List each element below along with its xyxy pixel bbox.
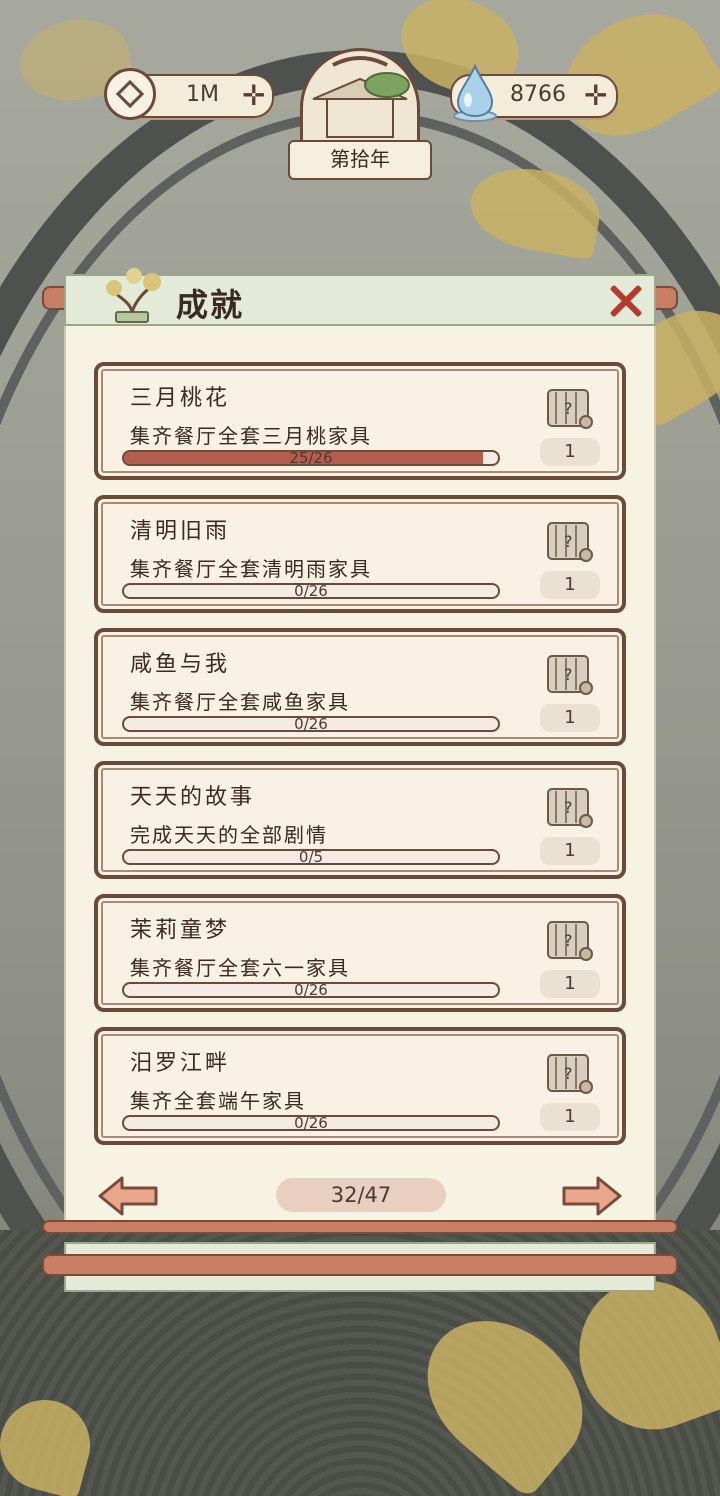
achievement-title: 咸鱼与我: [130, 652, 231, 677]
mystery-scroll-icon: ?: [547, 921, 593, 961]
progress-text: 0/5: [298, 849, 324, 865]
reward-count: 1: [540, 970, 600, 998]
achievement-card[interactable]: 汨罗江畔集齐全套端午家具 0/26? 1: [94, 1027, 626, 1145]
page-indicator: 32/47: [276, 1178, 446, 1212]
coin-amount: 1M: [186, 82, 219, 107]
water-amount: 8766: [510, 82, 566, 107]
achievement-title: 天天的故事: [130, 785, 256, 810]
achievement-card[interactable]: 清明旧雨集齐餐厅全套清明雨家具 0/26? 1: [94, 495, 626, 613]
achievement-title: 汨罗江畔: [130, 1051, 231, 1076]
achievement-description: 集齐餐厅全套三月桃家具: [130, 424, 372, 448]
svg-text:?: ?: [564, 798, 573, 817]
achievement-title: 三月桃花: [130, 386, 231, 411]
reward-count: 1: [540, 837, 600, 865]
svg-text:?: ?: [564, 665, 573, 684]
progress-bar: 0/26: [122, 716, 500, 732]
achievement-card[interactable]: 天天的故事完成天天的全部剧情 0/5? 1: [94, 761, 626, 879]
achievement-card[interactable]: 茉莉童梦集齐餐厅全套六一家具 0/26? 1: [94, 894, 626, 1012]
achievement-description: 集齐餐厅全套咸鱼家具: [130, 690, 350, 714]
reward-count: 1: [540, 1103, 600, 1131]
progress-text: 0/26: [294, 583, 328, 599]
water-drop-icon: [453, 63, 497, 122]
close-icon[interactable]: [608, 283, 644, 319]
svg-text:?: ?: [564, 931, 573, 950]
progress-text: 0/26: [294, 716, 328, 732]
svg-text:?: ?: [564, 1064, 573, 1083]
bonsai-icon: [106, 268, 161, 323]
svg-text:?: ?: [564, 399, 573, 418]
mystery-scroll-icon: ?: [547, 655, 593, 695]
achievement-title: 茉莉童梦: [130, 918, 231, 943]
achievement-card[interactable]: 三月桃花集齐餐厅全套三月桃家具 25/26? 1: [94, 362, 626, 480]
progress-text: 25/26: [289, 450, 333, 466]
add-coins-icon[interactable]: ✛: [242, 82, 265, 110]
achievement-description: 集齐全套端午家具: [130, 1089, 306, 1113]
progress-text: 0/26: [294, 982, 328, 998]
achievement-description: 集齐餐厅全套清明雨家具: [130, 557, 372, 581]
mystery-scroll-icon: ?: [547, 389, 593, 429]
panel-title: 成就: [176, 286, 245, 324]
arrow-right-icon[interactable]: [560, 1174, 624, 1218]
progress-text: 0/26: [294, 1115, 328, 1131]
achievement-card[interactable]: 咸鱼与我集齐餐厅全套咸鱼家具 0/26? 1: [94, 628, 626, 746]
achievement-description: 完成天天的全部剧情: [130, 823, 328, 847]
mystery-scroll-icon: ?: [547, 522, 593, 562]
achievement-description: 集齐餐厅全套六一家具: [130, 956, 350, 980]
progress-bar: 0/26: [122, 583, 500, 599]
reward-count: 1: [540, 438, 600, 466]
scroll-rod-bottom: [42, 1220, 678, 1234]
arrow-left-icon[interactable]: [96, 1174, 160, 1218]
reward-count: 1: [540, 571, 600, 599]
mystery-scroll-icon: ?: [547, 1054, 593, 1094]
scroll-rod-bottom-2: [42, 1254, 678, 1276]
pavilion-icon: [312, 56, 410, 138]
progress-bar: 0/5: [122, 849, 500, 865]
coin-icon: [104, 68, 156, 120]
add-water-icon[interactable]: ✛: [584, 82, 607, 110]
year-emblem: [300, 48, 420, 148]
mystery-scroll-icon: ?: [547, 788, 593, 828]
achievement-title: 清明旧雨: [130, 519, 231, 544]
reward-count: 1: [540, 704, 600, 732]
svg-text:?: ?: [564, 532, 573, 551]
year-label: 第拾年: [288, 140, 432, 180]
progress-bar: 25/26: [122, 450, 500, 466]
progress-bar: 0/26: [122, 982, 500, 998]
progress-bar: 0/26: [122, 1115, 500, 1131]
